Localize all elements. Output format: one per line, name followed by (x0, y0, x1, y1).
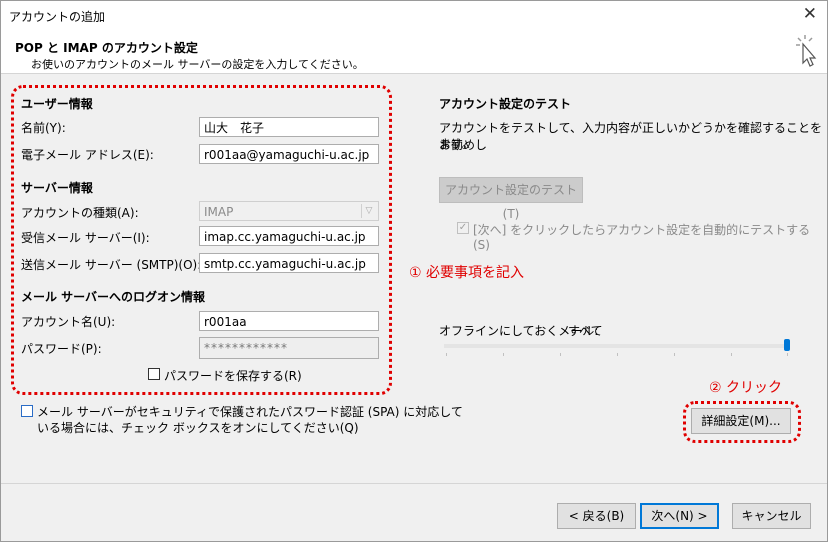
more-settings-button[interactable]: 詳細設定(M)... (691, 408, 791, 434)
dialog-header: POP と IMAP のアカウント設定 お使いのアカウントのメール サーバーの設… (1, 29, 827, 74)
slider-tick (446, 353, 447, 356)
offline-slider-thumb[interactable] (784, 339, 790, 351)
close-icon[interactable]: ✕ (803, 4, 817, 24)
auto-test-checkbox[interactable]: ✓ (457, 222, 469, 234)
spa-label-line1: メール サーバーがセキュリティで保護されたパスワード認証 (SPA) に対応して (37, 405, 463, 419)
annotation-highlight-fields (11, 85, 392, 395)
slider-tick (560, 353, 561, 356)
spa-label-line2: いる場合には、チェック ボックスをオンにしてください(Q) (37, 421, 359, 435)
slider-tick (503, 353, 504, 356)
test-desc-line2: ます。 (439, 137, 474, 151)
slider-tick (674, 353, 675, 356)
window-title: アカウントの追加 (9, 10, 106, 24)
test-desc-line1: アカウントをテストして、入力内容が正しいかどうかを確認することをお勧めし (439, 121, 823, 152)
test-account-button[interactable]: アカウント設定のテスト(T) (439, 177, 583, 221)
divider (1, 483, 827, 484)
offline-slider-track[interactable] (444, 344, 790, 348)
offline-mail-value: すべて (568, 324, 603, 338)
annotation-step2: ② クリック (709, 380, 783, 396)
slider-tick (617, 353, 618, 356)
slider-tick (787, 353, 788, 356)
page-title: POP と IMAP のアカウント設定 (15, 41, 198, 55)
spa-checkbox[interactable] (21, 405, 33, 417)
test-heading: アカウント設定のテスト (439, 97, 572, 111)
auto-test-label: [次へ] をクリックしたらアカウント設定を自動的にテストする(S) (473, 223, 811, 252)
back-button[interactable]: < 戻る(B) (557, 503, 636, 529)
cancel-button[interactable]: キャンセル (732, 503, 811, 529)
cursor-click-icon (796, 35, 817, 67)
page-subtitle: お使いのアカウントのメール サーバーの設定を入力してください。 (31, 58, 364, 71)
next-button[interactable]: 次へ(N) > (640, 503, 719, 529)
add-account-dialog: アカウントの追加 ✕ POP と IMAP のアカウント設定 お使いのアカウント… (0, 0, 828, 542)
annotation-step1: ① 必要事項を記入 (409, 265, 525, 281)
title-bar: アカウントの追加 ✕ (1, 1, 827, 29)
slider-tick (731, 353, 732, 356)
